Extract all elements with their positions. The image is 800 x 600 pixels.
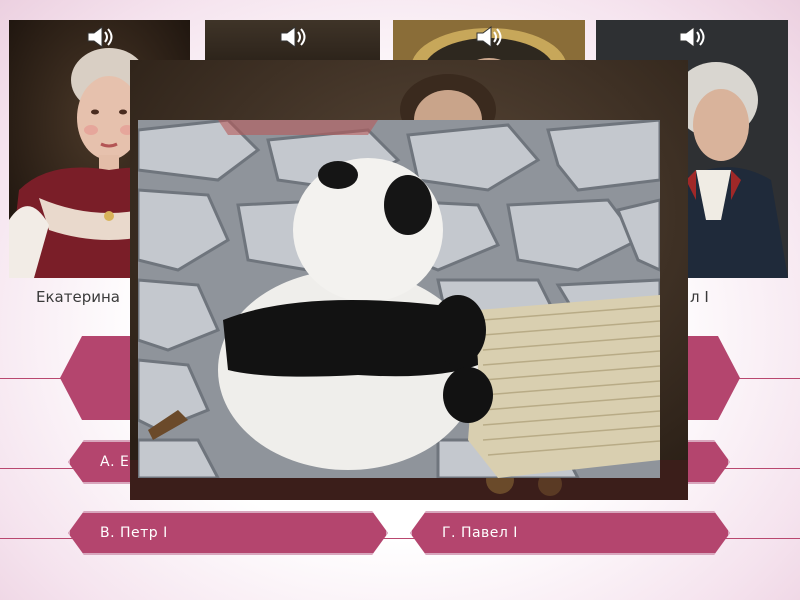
answer-v-label: В. Петр I xyxy=(100,525,168,541)
portrait-card-2 xyxy=(205,20,380,65)
speaker-icon[interactable] xyxy=(278,24,308,50)
answer-v-button[interactable]: В. Петр I xyxy=(68,511,388,555)
portrait-card-3 xyxy=(393,20,585,65)
portrait-caption-4: л I xyxy=(690,288,709,306)
answer-g-button[interactable]: Г. Павел I xyxy=(410,511,730,555)
portrait-caption-1: Екатерина xyxy=(36,288,120,306)
speaker-icon[interactable] xyxy=(677,24,707,50)
speaker-icon[interactable] xyxy=(85,24,115,50)
answer-a-label: А. Е xyxy=(100,454,130,470)
speaker-icon[interactable] xyxy=(474,24,504,50)
answer-g-label: Г. Павел I xyxy=(442,525,518,541)
panda-photo xyxy=(138,120,660,478)
